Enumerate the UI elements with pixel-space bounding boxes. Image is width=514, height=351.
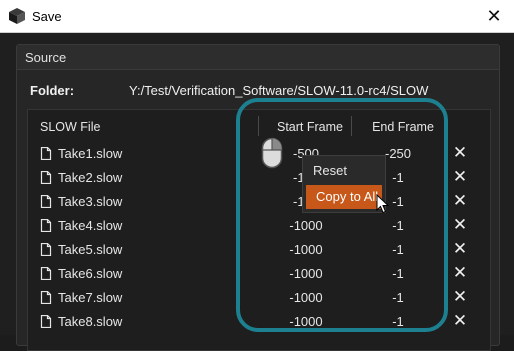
title-bar: Save ✕ xyxy=(0,0,514,33)
file-cell: Take1.slow xyxy=(40,146,122,161)
remove-row-button[interactable]: ✕ xyxy=(450,311,470,331)
file-name: Take5.slow xyxy=(58,242,123,257)
file-cell: Take8.slow xyxy=(40,314,122,329)
end-frame-cell[interactable]: -1 xyxy=(368,218,428,233)
file-cell: Take7.slow xyxy=(40,290,122,305)
file-name: Take3.slow xyxy=(58,194,123,209)
cube-icon xyxy=(9,8,25,24)
column-separator xyxy=(351,116,352,136)
remove-row-button[interactable]: ✕ xyxy=(450,239,470,259)
menu-item-reset[interactable]: Reset xyxy=(303,159,385,183)
column-header-end-frame[interactable]: End Frame xyxy=(353,120,453,134)
file-name: Take6.slow xyxy=(58,266,123,281)
start-frame-cell[interactable]: -1000 xyxy=(266,242,346,257)
file-name: Take2.slow xyxy=(58,170,123,185)
start-frame-cell[interactable]: -1000 xyxy=(266,290,346,305)
folder-path: Y:/Test/Verification_Software/SLOW-11.0-… xyxy=(129,83,429,98)
source-group-header: Source xyxy=(17,45,499,70)
start-frame-cell[interactable]: -1000 xyxy=(266,218,346,233)
file-cell: Take2.slow xyxy=(40,170,122,185)
file-icon xyxy=(40,243,52,256)
table-row[interactable]: Take3.slow -100 -1 ✕ xyxy=(28,190,490,214)
table-row[interactable]: Take2.slow -100 -1 ✕ xyxy=(28,166,490,190)
end-frame-cell[interactable]: -1 xyxy=(368,266,428,281)
save-dialog: Source Folder: Y:/Test/Verification_Soft… xyxy=(0,33,514,351)
file-icon xyxy=(40,219,52,232)
remove-row-button[interactable]: ✕ xyxy=(450,167,470,187)
end-frame-cell[interactable]: -1 xyxy=(368,290,428,305)
file-name: Take4.slow xyxy=(58,218,123,233)
column-header-slow-file[interactable]: SLOW File xyxy=(40,120,100,134)
end-frame-cell[interactable]: -1 xyxy=(368,314,428,329)
file-icon xyxy=(40,315,52,328)
file-cell: Take6.slow xyxy=(40,266,122,281)
remove-row-button[interactable]: ✕ xyxy=(450,215,470,235)
file-icon xyxy=(40,195,52,208)
remove-row-button[interactable]: ✕ xyxy=(450,143,470,163)
table-row[interactable]: Take8.slow -1000 -1 ✕ xyxy=(28,310,490,334)
remove-row-button[interactable]: ✕ xyxy=(450,191,470,211)
file-name: Take1.slow xyxy=(58,146,123,161)
file-icon xyxy=(40,267,52,280)
file-name: Take8.slow xyxy=(58,314,123,329)
file-icon xyxy=(40,147,52,160)
file-cell: Take4.slow xyxy=(40,218,122,233)
slow-files-table: SLOW File Start Frame End Frame Take1.sl… xyxy=(27,109,491,351)
folder-label: Folder: xyxy=(30,83,75,98)
source-group: Source Folder: Y:/Test/Verification_Soft… xyxy=(16,44,500,351)
menu-item-copy-to-all[interactable]: Copy to All xyxy=(306,185,382,209)
end-frame-cell[interactable]: -1 xyxy=(368,242,428,257)
mouse-right-click-icon xyxy=(261,137,283,169)
context-menu: Reset Copy to All xyxy=(302,155,386,213)
close-window-button[interactable]: ✕ xyxy=(474,0,514,32)
file-cell: Take3.slow xyxy=(40,194,122,209)
file-icon xyxy=(40,291,52,304)
table-row[interactable]: Take7.slow -1000 -1 ✕ xyxy=(28,286,490,310)
table-row[interactable]: Take1.slow -500 -250 ✕ xyxy=(28,142,490,166)
file-cell: Take5.slow xyxy=(40,242,122,257)
remove-row-button[interactable]: ✕ xyxy=(450,263,470,283)
table-row[interactable]: Take4.slow -1000 -1 ✕ xyxy=(28,214,490,238)
start-frame-cell[interactable]: -1000 xyxy=(266,314,346,329)
column-separator xyxy=(258,116,259,136)
remove-row-button[interactable]: ✕ xyxy=(450,287,470,307)
table-row[interactable]: Take6.slow -1000 -1 ✕ xyxy=(28,262,490,286)
window-title: Save xyxy=(32,9,62,24)
start-frame-cell[interactable]: -1000 xyxy=(266,266,346,281)
file-icon xyxy=(40,171,52,184)
pointer-cursor-icon xyxy=(376,194,390,214)
source-group-title: Source xyxy=(25,50,67,65)
table-row[interactable]: Take5.slow -1000 -1 ✕ xyxy=(28,238,490,262)
file-name: Take7.slow xyxy=(58,290,123,305)
column-header-start-frame[interactable]: Start Frame xyxy=(260,120,360,134)
